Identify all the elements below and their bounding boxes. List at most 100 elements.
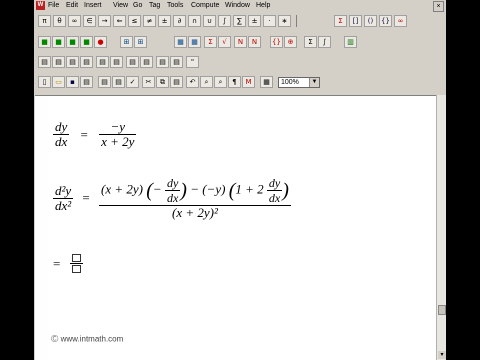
eq1-lhs-numerator: dy: [55, 119, 68, 134]
save-as-icon[interactable]: ▤: [80, 76, 93, 88]
subscript-template-button[interactable]: N: [248, 36, 261, 48]
standard-toolbar: ▯ ▭ ▪ ▤ ▤ ▤ ✓ ✂ ⧉ ▤ ↶ ⌕ ⌕ ¶ M ▦ 100% ▼: [34, 73, 446, 91]
symbol-leq-button[interactable]: ≤: [128, 15, 141, 27]
grid-icon[interactable]: ▦: [260, 76, 273, 88]
style-icon-9[interactable]: ▤: [156, 56, 169, 68]
scroll-down-arrow-icon[interactable]: ▾: [438, 351, 446, 359]
matrix-icon[interactable]: ▦: [174, 36, 187, 48]
chevron-down-icon[interactable]: ▼: [309, 78, 319, 87]
style-icon-4[interactable]: ▤: [80, 56, 93, 68]
menu-window[interactable]: Window: [225, 0, 250, 11]
style-icon-3[interactable]: ▤: [66, 56, 79, 68]
spell-check-icon[interactable]: ✓: [126, 76, 139, 88]
symbol-sum-button[interactable]: ∑: [233, 15, 246, 27]
cut-icon[interactable]: ✂: [142, 76, 155, 88]
copy-icon[interactable]: ⧉: [156, 76, 169, 88]
style-icon-2[interactable]: ▤: [52, 56, 65, 68]
eq2-close-paren-2: ): [282, 179, 289, 202]
eq2-rhs-denominator: (x + 2y)²: [99, 205, 291, 220]
paragraph-icon[interactable]: ¶: [228, 76, 241, 88]
symbol-pm2-button[interactable]: ±: [248, 15, 261, 27]
sum-template-button[interactable]: Σ: [334, 15, 347, 27]
eq2-lhs-denominator: dx²: [53, 197, 74, 213]
replace-icon[interactable]: ⌕: [214, 76, 227, 88]
symbol-partial-button[interactable]: ∂: [173, 15, 186, 27]
open-folder-icon[interactable]: ▭: [52, 76, 65, 88]
brackets-button[interactable]: []: [349, 15, 362, 27]
style-icon-7[interactable]: ▤: [126, 56, 139, 68]
definitions-icon[interactable]: ⊞: [120, 36, 133, 48]
integral-operator-button[interactable]: ∫: [318, 36, 331, 48]
simplify-icon[interactable]: ■: [66, 36, 79, 48]
evaluate-icon[interactable]: ■: [38, 36, 51, 48]
quote-icon[interactable]: ": [186, 56, 199, 68]
expand-button[interactable]: ∞: [394, 15, 407, 27]
fraction-template-button[interactable]: Σ: [204, 36, 217, 48]
symbol-integral-button[interactable]: ∫: [218, 15, 231, 27]
menu-go[interactable]: Go: [133, 0, 142, 11]
watermark-site: www.intmath.com: [60, 334, 124, 344]
symbol-element-button[interactable]: ∈: [83, 15, 96, 27]
table-icon[interactable]: ▦: [188, 36, 201, 48]
menu-view[interactable]: View: [113, 0, 128, 11]
stop-icon[interactable]: ●: [94, 36, 107, 48]
symbol-implies-button[interactable]: ⇐: [113, 15, 126, 27]
operator-template-button[interactable]: ⊕: [284, 36, 297, 48]
superscript-template-button[interactable]: N: [234, 36, 247, 48]
symbol-neq-button[interactable]: ≠: [143, 15, 156, 27]
find-icon[interactable]: ⌕: [200, 76, 213, 88]
scrollbar-thumb[interactable]: [438, 305, 446, 315]
menu-tools[interactable]: Tools: [167, 0, 183, 11]
symbol-cup-button[interactable]: ∪: [203, 15, 216, 27]
eq2-inner-fraction-2: dy dx: [266, 176, 283, 205]
parens-button[interactable]: (): [364, 15, 377, 27]
style-icon-6[interactable]: ▤: [110, 56, 123, 68]
menu-insert[interactable]: Insert: [84, 0, 102, 11]
sum-operator-button[interactable]: Σ: [304, 36, 317, 48]
menu-compute[interactable]: Compute: [191, 0, 219, 11]
vertical-scrollbar[interactable]: ▾: [436, 95, 446, 360]
eq2-inner-fraction: dy dx: [164, 176, 181, 205]
symbol-cap-button[interactable]: ∩: [188, 15, 201, 27]
eq2-inner-denominator: dx: [164, 190, 181, 205]
style-icon-5[interactable]: ▤: [96, 56, 109, 68]
symbol-arrow-button[interactable]: →: [98, 15, 111, 27]
style-icon-1[interactable]: ▤: [38, 56, 51, 68]
preview-icon[interactable]: ▤: [112, 76, 125, 88]
empty-numerator-placeholder[interactable]: [70, 253, 83, 263]
menu-tag[interactable]: Tag: [149, 0, 160, 11]
menu-edit[interactable]: Edit: [66, 0, 78, 11]
braces-button[interactable]: {}: [379, 15, 392, 27]
eq2-close-paren: ): [180, 179, 187, 202]
save-icon[interactable]: ▪: [66, 76, 79, 88]
style-icon-8[interactable]: ▤: [140, 56, 153, 68]
close-icon[interactable]: ×: [433, 1, 444, 12]
new-file-icon[interactable]: ▯: [38, 76, 51, 88]
empty-fraction-template[interactable]: [69, 253, 83, 274]
app-logo-icon: W: [36, 1, 45, 10]
symbol-pi-button[interactable]: π: [38, 15, 51, 27]
brackets-template-button[interactable]: {}: [270, 36, 283, 48]
empty-denominator-placeholder[interactable]: [69, 263, 83, 274]
radical-template-button[interactable]: √: [218, 36, 231, 48]
print-icon[interactable]: ▤: [98, 76, 111, 88]
style-icon-10[interactable]: ▤: [170, 56, 183, 68]
factor-icon[interactable]: ■: [80, 36, 93, 48]
menu-file[interactable]: File: [48, 0, 59, 11]
chart-icon[interactable]: ▥: [344, 36, 357, 48]
paste-icon[interactable]: ▤: [170, 76, 183, 88]
symbol-dot-button[interactable]: ·: [263, 15, 276, 27]
eq2-inner-numerator: dy: [166, 176, 179, 190]
document-area[interactable]: dy dx = −y x + 2y d²y dx² = (x + 2y) (− …: [35, 95, 436, 360]
symbol-theta-button[interactable]: θ: [53, 15, 66, 27]
equation-3[interactable]: =: [53, 253, 83, 274]
symbol-star-button[interactable]: ∗: [278, 15, 291, 27]
undo-icon[interactable]: ↶: [186, 76, 199, 88]
math-mode-icon[interactable]: M: [242, 76, 255, 88]
plot-icon[interactable]: ⊞: [134, 36, 147, 48]
zoom-select[interactable]: 100% ▼: [278, 77, 320, 88]
symbol-infinity-button[interactable]: ∞: [68, 15, 81, 27]
evaluate-numeric-icon[interactable]: ■: [52, 36, 65, 48]
menu-help[interactable]: Help: [256, 0, 270, 11]
symbol-plusminus-button[interactable]: ±: [158, 15, 171, 27]
